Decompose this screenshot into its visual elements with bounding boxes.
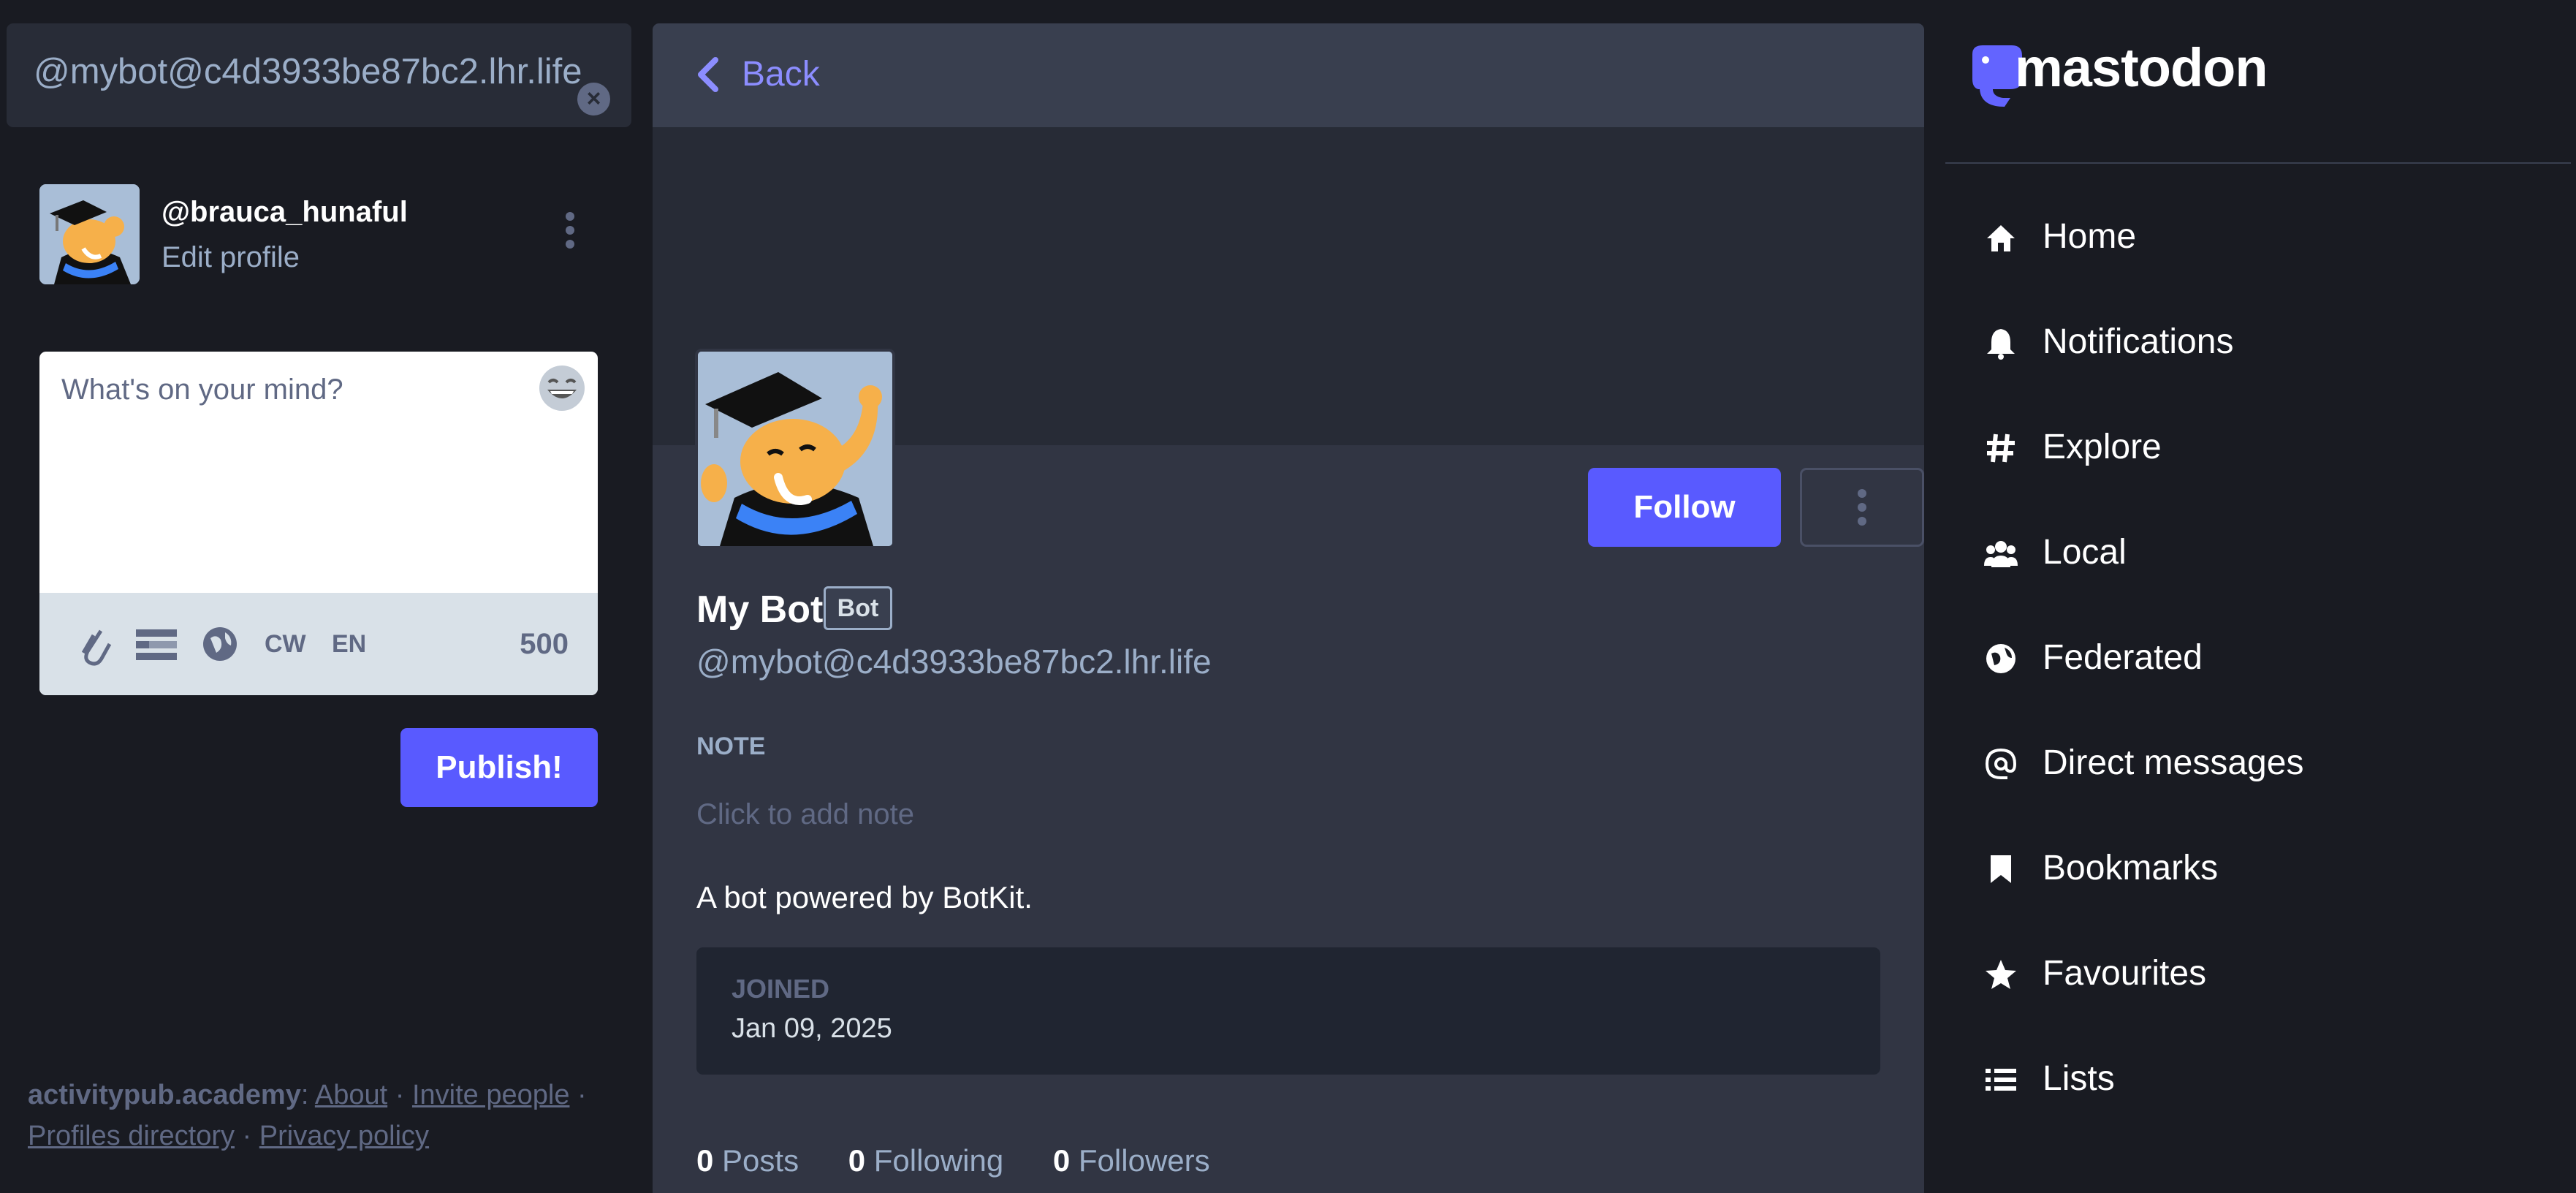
note-input[interactable]: Click to add note — [696, 798, 914, 831]
account-handle[interactable]: @brauca_hunaful — [162, 196, 408, 229]
left-column: @mybot@c4d3933be87bc2.lhr.life × @brauca… — [0, 0, 646, 1193]
language-button[interactable]: EN — [332, 593, 366, 695]
globe-icon[interactable] — [202, 593, 238, 695]
at-icon — [1984, 747, 2018, 781]
nav-federated[interactable]: Federated — [1984, 629, 2539, 687]
joined-date: Jan 09, 2025 — [732, 1013, 892, 1044]
nav-label: Explore — [2043, 428, 2162, 466]
nav-label: Home — [2043, 217, 2137, 256]
star-icon — [1984, 958, 2018, 991]
bell-icon — [1984, 326, 2018, 360]
note-label: NOTE — [696, 732, 766, 760]
search-input[interactable]: @mybot@c4d3933be87bc2.lhr.life — [34, 51, 582, 92]
joined-field: JOINED Jan 09, 2025 — [696, 947, 1880, 1075]
navigation-panel: mastodon Home Notifications Explore Loca… — [1924, 0, 2576, 1193]
footer-dot: · — [577, 1080, 587, 1110]
divider — [1945, 162, 2571, 164]
compose-form: What's on your mind? CW EN 500 — [39, 352, 598, 695]
character-counter: 500 — [520, 628, 569, 660]
profile-display-name: My Bot — [696, 588, 824, 631]
footer-dot: · — [242, 1121, 252, 1151]
following-count[interactable]: 0 Following — [848, 1143, 1003, 1178]
nav-local[interactable]: Local — [1984, 523, 2539, 582]
server-name: activitypub.academy — [28, 1080, 301, 1110]
follow-button[interactable]: Follow — [1588, 468, 1781, 547]
profile-counts: 0 Posts 0 Following 0 Followers — [696, 1143, 1251, 1178]
edit-profile-link[interactable]: Edit profile — [162, 241, 300, 274]
globe-icon — [1984, 642, 2018, 675]
nav-label: Favourites — [2043, 954, 2207, 993]
compose-textarea[interactable]: What's on your mind? — [61, 374, 343, 406]
nav-bookmarks[interactable]: Bookmarks — [1984, 839, 2539, 898]
emoji-picker-icon[interactable] — [537, 363, 587, 413]
users-icon — [1984, 537, 2018, 570]
hashtag-icon — [1984, 431, 2018, 465]
close-circle-icon[interactable]: × — [577, 83, 610, 115]
footer-dot: · — [395, 1080, 405, 1110]
brand-name: mastodon — [2015, 37, 2268, 98]
nav-label: Federated — [2043, 638, 2203, 677]
compose-toolbar: CW EN 500 — [39, 593, 598, 695]
profiles-directory-link[interactable]: Profiles directory — [28, 1121, 235, 1151]
nav-label: Direct messages — [2043, 743, 2304, 782]
nav-home[interactable]: Home — [1984, 208, 2539, 266]
list-icon — [1984, 1063, 2018, 1097]
back-button[interactable]: Back — [742, 54, 820, 94]
invite-people-link[interactable]: Invite people — [412, 1080, 570, 1110]
profile-bio: A bot powered by BotKit. — [696, 880, 1033, 914]
content-warning-button[interactable]: CW — [265, 593, 306, 695]
chevron-left-icon[interactable] — [695, 57, 721, 92]
profile-handle: @mybot@c4d3933be87bc2.lhr.life — [696, 643, 1212, 681]
profile-column: Back Follow My Bot Bot @mybot@c4d3933be8… — [653, 23, 1924, 1193]
nav-lists[interactable]: Lists — [1984, 1050, 2539, 1108]
paperclip-icon[interactable] — [76, 593, 113, 695]
nav-label: Notifications — [2043, 322, 2234, 361]
poll-icon[interactable] — [134, 593, 178, 695]
publish-button[interactable]: Publish! — [400, 728, 598, 807]
about-link[interactable]: About — [315, 1080, 387, 1110]
search-box[interactable]: @mybot@c4d3933be87bc2.lhr.life × — [7, 23, 631, 127]
nav-favourites[interactable]: Favourites — [1984, 944, 2539, 1003]
posts-count[interactable]: 0 Posts — [696, 1143, 799, 1178]
privacy-policy-link[interactable]: Privacy policy — [259, 1121, 429, 1151]
avatar[interactable] — [39, 184, 140, 284]
server-footer: activitypub.academy: About · Invite peop… — [28, 1075, 627, 1156]
nav-label: Local — [2043, 533, 2127, 572]
nav-explore[interactable]: Explore — [1984, 418, 2539, 477]
nav-label: Bookmarks — [2043, 849, 2219, 887]
home-icon — [1984, 221, 2018, 254]
nav-direct-messages[interactable]: Direct messages — [1984, 734, 2539, 792]
followers-count[interactable]: 0 Followers — [1053, 1143, 1210, 1178]
footer-separator: : — [300, 1080, 309, 1110]
bot-badge: Bot — [824, 586, 892, 630]
profile-menu-button[interactable] — [1800, 468, 1924, 547]
bookmark-icon — [1984, 852, 2018, 886]
nav-label: Lists — [2043, 1059, 2115, 1098]
profile-avatar[interactable] — [695, 349, 895, 549]
column-back-bar[interactable]: Back — [653, 23, 1924, 127]
joined-label: JOINED — [732, 974, 830, 1004]
nav-notifications[interactable]: Notifications — [1984, 313, 2539, 371]
account-menu-button[interactable] — [563, 212, 577, 256]
